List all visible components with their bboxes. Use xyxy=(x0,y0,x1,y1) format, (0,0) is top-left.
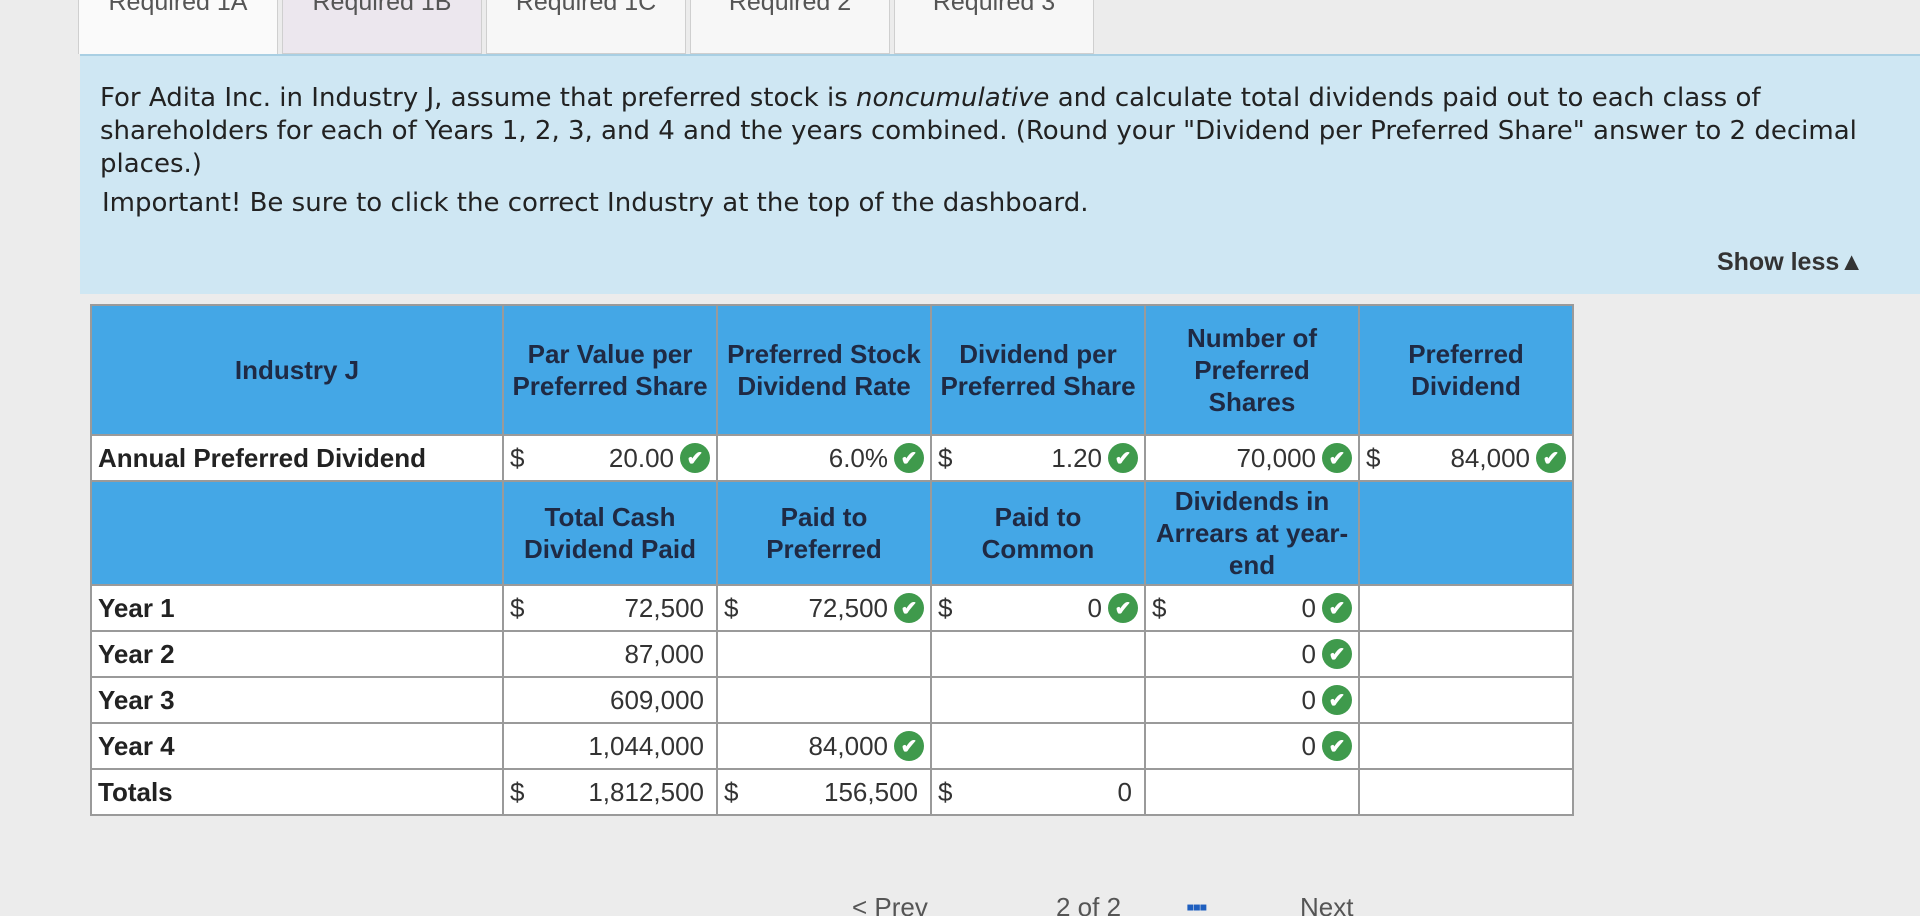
empty-cell xyxy=(1358,584,1574,632)
paid-preferred-input[interactable]: $72,500 xyxy=(716,584,932,632)
next-button[interactable]: Next xyxy=(1300,892,1353,916)
correct-check-icon xyxy=(1322,593,1352,623)
totals-row: Totals $1,812,500 $156,500 $0 xyxy=(90,768,1574,816)
col-dividend-per-share: Dividend per Preferred Share xyxy=(930,304,1146,436)
tab-label: Required 1B xyxy=(312,0,452,16)
col-blank xyxy=(90,480,504,586)
tab-label: Required 1A xyxy=(108,0,248,16)
total-cash-cell: 609,000 xyxy=(502,676,718,724)
arrears-input[interactable]: $0 xyxy=(1144,584,1360,632)
tab-bar: Required 1A Required 1B Required 1C Requ… xyxy=(78,0,1098,54)
correct-check-icon xyxy=(894,443,924,473)
col-blank-2 xyxy=(1358,480,1574,586)
total-cash-total: $1,812,500 xyxy=(502,768,718,816)
dps-input[interactable]: $1.20 xyxy=(930,434,1146,482)
instruction-panel: For Adita Inc. in Industry J, assume tha… xyxy=(80,54,1920,294)
arrears-input[interactable]: 0 xyxy=(1144,722,1360,770)
tab-required-1b[interactable]: Required 1B xyxy=(282,0,482,54)
paid-preferred-input[interactable] xyxy=(716,676,932,724)
table-row: Year 4 1,044,000 84,000 0 xyxy=(90,722,1574,770)
row-label: Year 3 xyxy=(90,676,504,724)
correct-check-icon xyxy=(894,731,924,761)
col-par-value: Par Value per Preferred Share xyxy=(502,304,718,436)
tab-label: Required 1C xyxy=(515,0,657,16)
paid-common-total: $0 xyxy=(930,768,1146,816)
page-indicator: 2 of 2 xyxy=(1056,892,1122,916)
correct-check-icon xyxy=(680,443,710,473)
col-paid-to-common: Paid to Common xyxy=(930,480,1146,586)
col-dividends-in-arrears: Dividends in Arrears at year-end xyxy=(1144,480,1360,586)
paid-common-input[interactable] xyxy=(930,630,1146,678)
table-row: Year 2 87,000 0 xyxy=(90,630,1574,678)
correct-check-icon xyxy=(1322,685,1352,715)
correct-check-icon xyxy=(1536,443,1566,473)
row-label: Year 2 xyxy=(90,630,504,678)
preferred-dividend-input[interactable]: $84,000 xyxy=(1358,434,1574,482)
empty-cell xyxy=(1358,722,1574,770)
paid-preferred-input[interactable] xyxy=(716,630,932,678)
tab-required-2[interactable]: Required 2 xyxy=(690,0,890,54)
grid-icon[interactable]: ▪▪▪ xyxy=(1186,894,1207,916)
pagination: < Prev 2 of 2 ▪▪▪ Next xyxy=(0,892,1920,916)
instruction-text: For Adita Inc. in Industry J, assume tha… xyxy=(100,83,1857,179)
paid-common-input[interactable]: $0 xyxy=(930,584,1146,632)
tab-required-1a[interactable]: Required 1A xyxy=(78,0,278,54)
tab-label: Required 3 xyxy=(932,0,1056,16)
total-cash-cell: 1,044,000 xyxy=(502,722,718,770)
prev-button[interactable]: < Prev xyxy=(852,892,928,916)
col-paid-to-preferred: Paid to Preferred xyxy=(716,480,932,586)
paid-common-input[interactable] xyxy=(930,722,1146,770)
par-value-input[interactable]: $20.00 xyxy=(502,434,718,482)
col-total-cash-dividend: Total Cash Dividend Paid xyxy=(502,480,718,586)
empty-cell xyxy=(1358,630,1574,678)
instruction-emphasis: noncumulative xyxy=(856,83,1050,113)
paid-common-input[interactable] xyxy=(930,676,1146,724)
col-number-of-shares: Number of Preferred Shares xyxy=(1144,304,1360,436)
empty-cell xyxy=(1358,768,1574,816)
correct-check-icon xyxy=(1322,731,1352,761)
important-note: Important! Be sure to click the correct … xyxy=(102,188,1089,218)
paid-preferred-input[interactable]: 84,000 xyxy=(716,722,932,770)
row-label: Year 1 xyxy=(90,584,504,632)
correct-check-icon xyxy=(1108,443,1138,473)
correct-check-icon xyxy=(1322,639,1352,669)
row-label: Annual Preferred Dividend xyxy=(90,434,504,482)
col-preferred-dividend: Preferred Dividend xyxy=(1358,304,1574,436)
tab-required-1c[interactable]: Required 1C xyxy=(486,0,686,54)
table-row: Year 3 609,000 0 xyxy=(90,676,1574,724)
tab-label: Required 2 xyxy=(728,0,852,16)
correct-check-icon xyxy=(1322,443,1352,473)
header-row-2: Total Cash Dividend Paid Paid to Preferr… xyxy=(90,480,1574,586)
table-row: Year 1 $72,500 $72,500 $0 $0 xyxy=(90,584,1574,632)
arrears-total xyxy=(1144,768,1360,816)
col-dividend-rate: Preferred Stock Dividend Rate xyxy=(716,304,932,436)
empty-cell xyxy=(1358,676,1574,724)
correct-check-icon xyxy=(894,593,924,623)
rate-input[interactable]: 6.0% xyxy=(716,434,932,482)
header-row-1: Industry J Par Value per Preferred Share… xyxy=(90,304,1574,436)
total-cash-cell: 87,000 xyxy=(502,630,718,678)
col-industry: Industry J xyxy=(90,304,504,436)
correct-check-icon xyxy=(1108,593,1138,623)
paid-preferred-total: $156,500 xyxy=(716,768,932,816)
arrears-input[interactable]: 0 xyxy=(1144,630,1360,678)
arrears-input[interactable]: 0 xyxy=(1144,676,1360,724)
row-label: Year 4 xyxy=(90,722,504,770)
total-cash-cell: $72,500 xyxy=(502,584,718,632)
tab-required-3[interactable]: Required 3 xyxy=(894,0,1094,54)
shares-input[interactable]: 70,000 xyxy=(1144,434,1360,482)
show-less-button[interactable]: Show less▲ xyxy=(1717,248,1864,277)
dividend-table: Industry J Par Value per Preferred Share… xyxy=(90,304,1574,816)
row-label: Totals xyxy=(90,768,504,816)
annual-preferred-row: Annual Preferred Dividend $20.00 6.0% $1… xyxy=(90,434,1574,482)
